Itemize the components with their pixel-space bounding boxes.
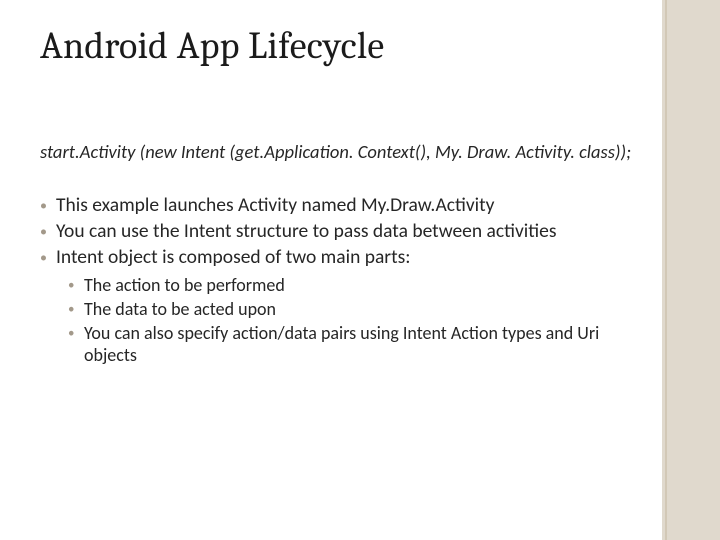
bullet-list: This example launches Activity named My.… [40, 192, 640, 369]
list-item: The data to be acted upon [68, 299, 640, 321]
slide-title: Android App Lifecycle [40, 24, 384, 68]
side-stripe [662, 0, 720, 540]
sub-list: The action to be performed The data to b… [68, 275, 640, 367]
list-item: You can use the Intent structure to pass… [40, 220, 640, 244]
slide: Android App Lifecycle start.Activity (ne… [0, 0, 720, 540]
code-line: start.Activity (new Intent (get.Applicat… [40, 140, 640, 163]
list-item: Intent object is composed of two main pa… [40, 246, 640, 270]
list-item: The action to be performed [68, 275, 640, 297]
list-item: You can also specify action/data pairs u… [68, 323, 640, 367]
list-item: This example launches Activity named My.… [40, 194, 640, 218]
